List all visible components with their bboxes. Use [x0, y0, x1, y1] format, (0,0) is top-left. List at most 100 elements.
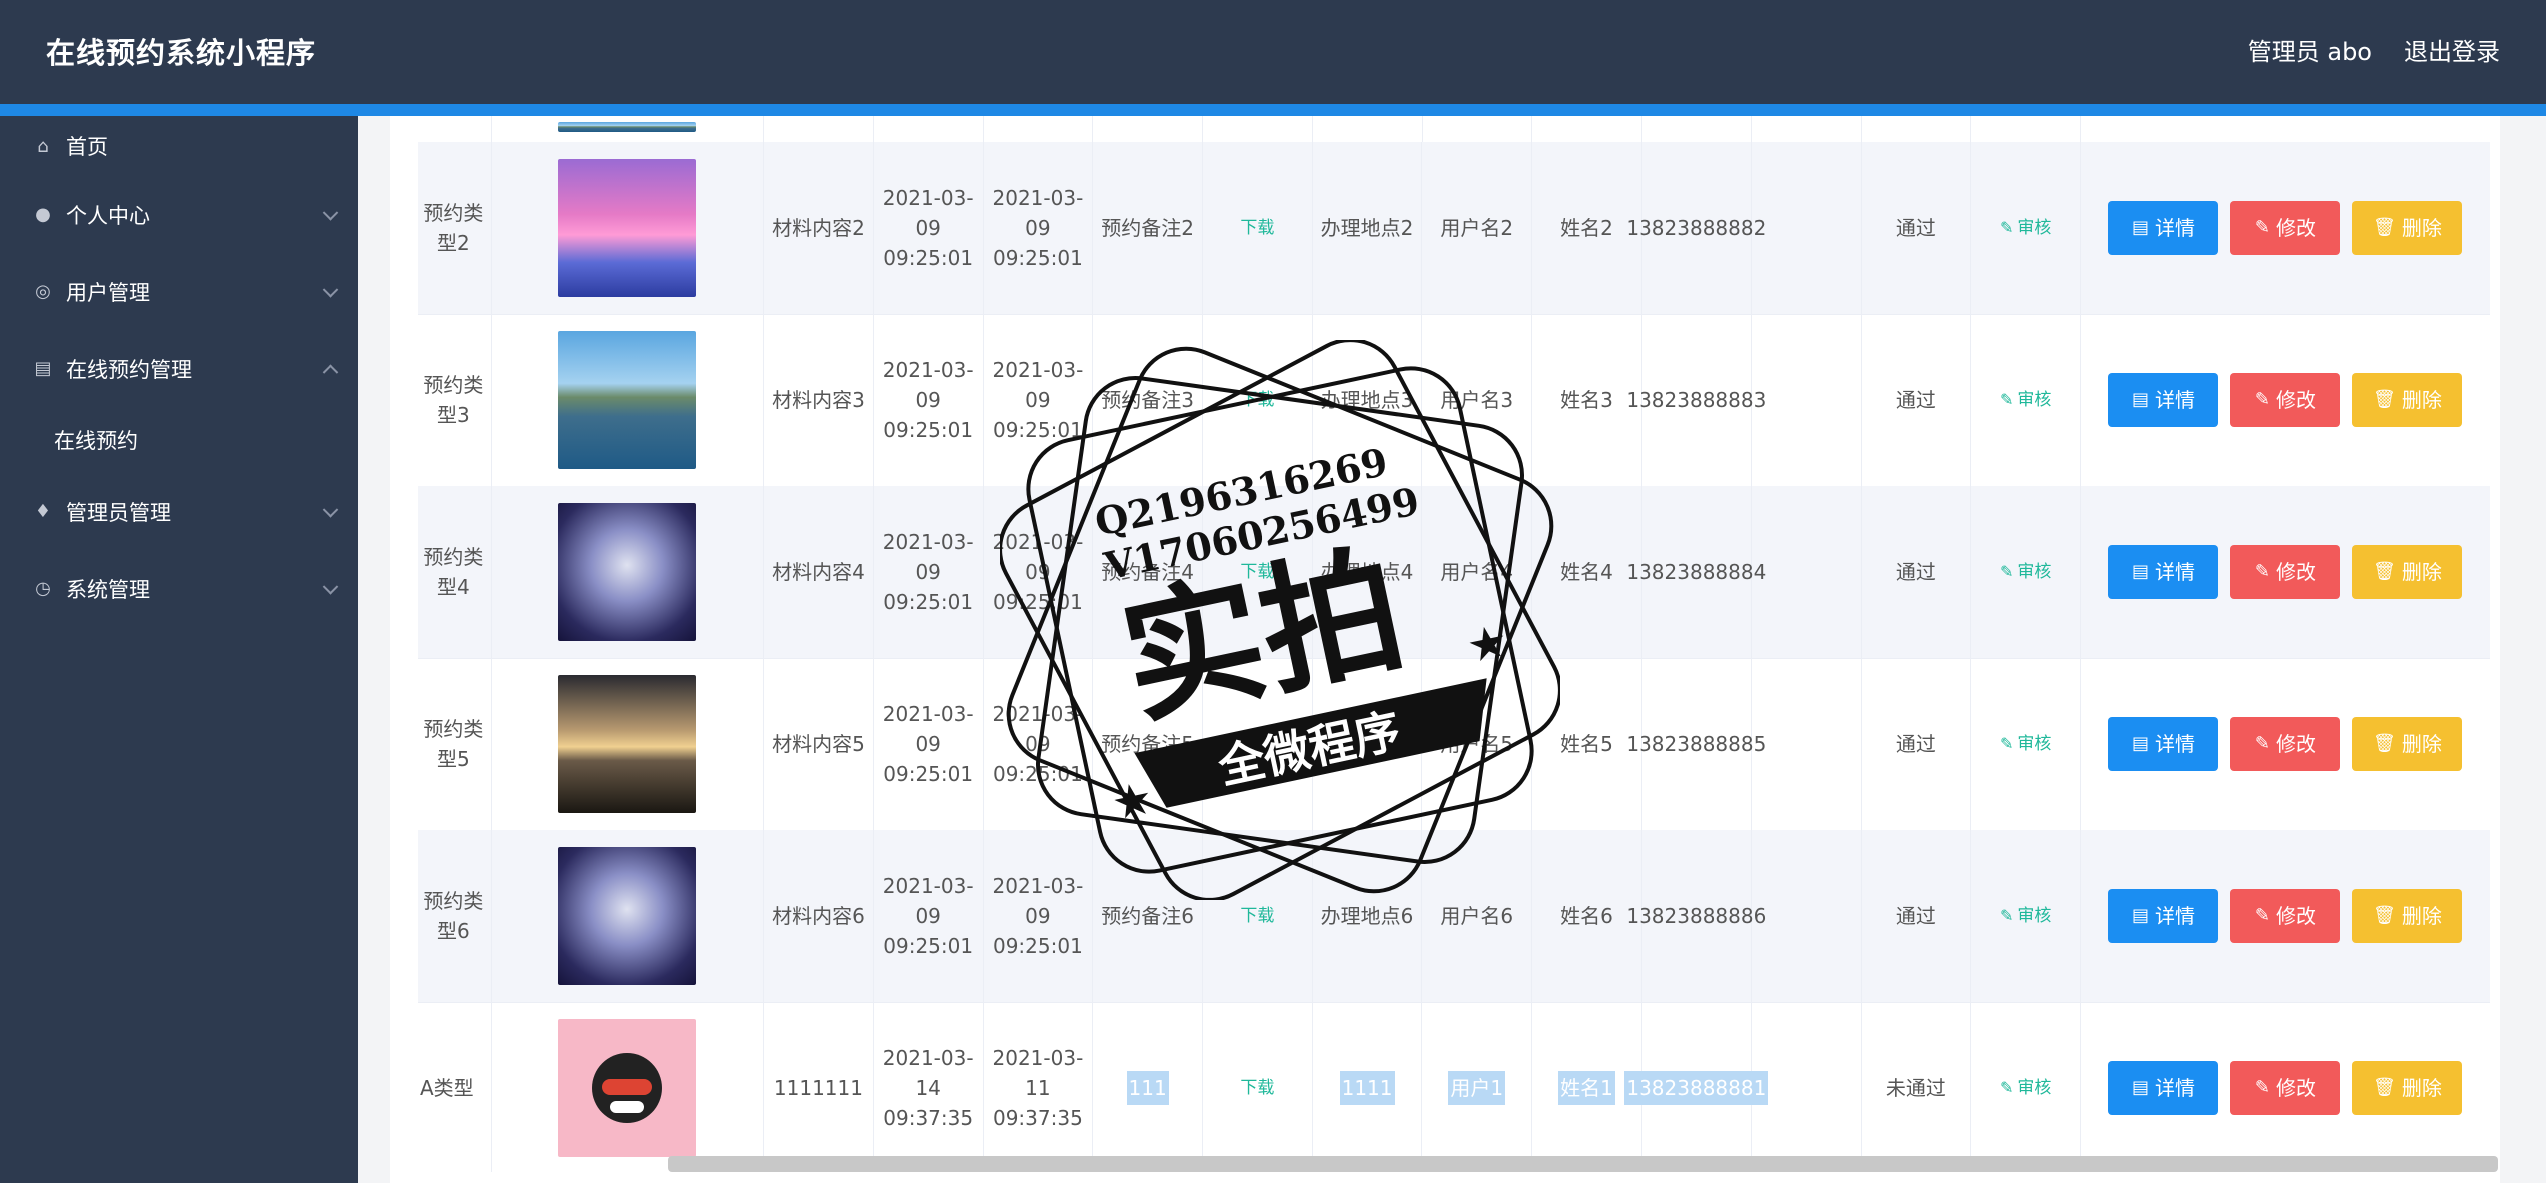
- sidebar-item-system-management[interactable]: ◷ 系统管理: [0, 550, 358, 627]
- audit-link[interactable]: ✎ 审核: [2000, 213, 2051, 243]
- sidebar-item-label: 个人中心: [66, 203, 150, 228]
- document-icon: ▤: [2131, 389, 2149, 410]
- image-cell: [492, 1002, 765, 1172]
- username-cell: 用户名6: [1422, 830, 1533, 1002]
- delete-button[interactable]: 🗑 删除: [2352, 889, 2463, 943]
- download-link[interactable]: 下载: [1240, 557, 1274, 587]
- type-cell: 预约类型6: [418, 830, 492, 1002]
- data-table: 预约类型2 材料内容2 2021-03-09 09:25:01 2021-03-…: [418, 116, 2490, 1172]
- username-cell: 用户名4: [1422, 486, 1533, 658]
- delete-button[interactable]: 🗑 删除: [2352, 201, 2463, 255]
- detail-button[interactable]: ▤ 详情: [2108, 889, 2219, 943]
- download-link[interactable]: 下载: [1240, 729, 1274, 759]
- username-cell: 用户名2: [1422, 142, 1533, 314]
- time1-cell: 2021-03-09 09:25:01: [874, 486, 984, 658]
- material-cell: 材料内容2: [764, 142, 874, 314]
- audit-cell: ✎ 审核: [1971, 1002, 2081, 1172]
- chevron-down-icon: [322, 204, 339, 221]
- sidebar-item-home[interactable]: ⌂ 首页: [0, 116, 358, 176]
- sidebar-item-profile[interactable]: ● 个人中心: [0, 176, 358, 253]
- edit-button[interactable]: ✎ 修改: [2230, 1061, 2341, 1115]
- trash-icon: 🗑: [2373, 905, 2396, 926]
- audit-link[interactable]: ✎ 审核: [2000, 729, 2051, 759]
- pen-icon: ✎: [2254, 905, 2270, 926]
- image-cell: [492, 314, 765, 486]
- sidebar-item-reservation-management[interactable]: ▤ 在线预约管理: [0, 330, 358, 407]
- chevron-down-icon: [322, 281, 339, 298]
- material-cell: 材料内容5: [764, 658, 874, 830]
- delete-button[interactable]: 🗑 删除: [2352, 373, 2463, 427]
- status-badge: 通过: [1895, 388, 1936, 412]
- time2-cell: 2021-03-09 09:25:01: [984, 314, 1094, 486]
- image-cell: [492, 142, 765, 314]
- delete-button[interactable]: 🗑 删除: [2352, 1061, 2463, 1115]
- table-row: 预约类型3 材料内容3 2021-03-09 09:25:01 2021-03-…: [418, 314, 2490, 487]
- trash-icon: 🗑: [2373, 217, 2396, 238]
- blank-cell: [1752, 314, 1862, 486]
- sidebar-item-users[interactable]: ◎ 用户管理: [0, 253, 358, 330]
- download-link[interactable]: 下载: [1240, 385, 1274, 415]
- chevron-down-icon: [322, 501, 339, 518]
- audit-cell: ✎ 审核: [1971, 658, 2081, 830]
- material-cell: 材料内容4: [764, 486, 874, 658]
- pen-icon: ✎: [1999, 734, 2014, 753]
- delete-button[interactable]: 🗑 删除: [2352, 545, 2463, 599]
- time1-cell: 2021-03-14 09:37:35: [874, 1002, 984, 1172]
- detail-button[interactable]: ▤ 详情: [2108, 373, 2219, 427]
- download-link[interactable]: 下载: [1240, 213, 1274, 243]
- detail-button[interactable]: ▤ 详情: [2108, 201, 2219, 255]
- edit-button[interactable]: ✎ 修改: [2230, 889, 2341, 943]
- detail-button[interactable]: ▤ 详情: [2108, 717, 2219, 771]
- sidebar-item-label: 在线预约: [54, 429, 138, 453]
- sidebar-subitem-reservation[interactable]: 在线预约: [0, 407, 358, 473]
- document-icon: ▤: [2131, 905, 2149, 926]
- pen-icon: ✎: [1999, 218, 2014, 237]
- status-cell: 通过: [1862, 142, 1972, 314]
- sidebar-item-admin-management[interactable]: ♦ 管理员管理: [0, 473, 358, 550]
- status-badge: 通过: [1895, 904, 1936, 928]
- image-cell: [492, 658, 765, 830]
- actions-cell: ▤ 详情 ✎ 修改 🗑 删除: [2081, 314, 2490, 486]
- type-cell: A类型: [418, 1002, 492, 1172]
- phone-cell: 13823888884: [1626, 486, 1766, 658]
- username-cell: 用户名5: [1422, 658, 1533, 830]
- status-cell: 通过: [1862, 658, 1972, 830]
- actions-cell: ▤ 详情 ✎ 修改 🗑 删除: [2081, 142, 2490, 314]
- table-row: 预约类型5 材料内容5 2021-03-09 09:25:01 2021-03-…: [418, 658, 2490, 831]
- trash-icon: 🗑: [2373, 733, 2396, 754]
- table-row: 预约类型4 材料内容4 2021-03-09 09:25:01 2021-03-…: [418, 486, 2490, 659]
- download-link[interactable]: 下载: [1240, 1073, 1274, 1103]
- admin-user-label[interactable]: 管理员 abo: [2248, 32, 2372, 67]
- logout-link[interactable]: 退出登录: [2404, 32, 2500, 67]
- edit-button[interactable]: ✎ 修改: [2230, 201, 2341, 255]
- horizontal-scrollbar[interactable]: [668, 1156, 2498, 1172]
- material-cell: 材料内容3: [764, 314, 874, 486]
- detail-button[interactable]: ▤ 详情: [2108, 545, 2219, 599]
- main-content: 预约类型2 材料内容2 2021-03-09 09:25:01 2021-03-…: [390, 116, 2500, 1183]
- audit-link[interactable]: ✎ 审核: [2000, 557, 2051, 587]
- delete-button[interactable]: 🗑 删除: [2352, 717, 2463, 771]
- phone-cell: 13823888886: [1626, 830, 1766, 1002]
- note-cell: 预约备注3: [1093, 314, 1203, 486]
- chevron-down-icon: [322, 578, 339, 595]
- download-cell: 下载: [1203, 314, 1313, 486]
- edit-button[interactable]: ✎ 修改: [2230, 545, 2341, 599]
- audit-link[interactable]: ✎ 审核: [2000, 385, 2051, 415]
- audit-link[interactable]: ✎ 审核: [2000, 1073, 2051, 1103]
- download-link[interactable]: 下载: [1240, 901, 1274, 931]
- material-cell: 1111111: [764, 1002, 874, 1172]
- trash-icon: 🗑: [2373, 1077, 2396, 1098]
- audit-cell: ✎ 审核: [1971, 486, 2081, 658]
- audit-link[interactable]: ✎ 审核: [2000, 901, 2051, 931]
- type-cell: 预约类型2: [418, 142, 492, 314]
- status-badge: 通过: [1895, 216, 1936, 240]
- time2-cell: 2021-03-09 09:25:01: [984, 486, 1094, 658]
- detail-button[interactable]: ▤ 详情: [2108, 1061, 2219, 1115]
- sidebar-item-label: 在线预约管理: [66, 357, 192, 382]
- edit-button[interactable]: ✎ 修改: [2230, 373, 2341, 427]
- header-actions: 管理员 abo 退出登录: [2248, 32, 2500, 67]
- phone-cell: 13823888883: [1626, 314, 1766, 486]
- audit-cell: ✎ 审核: [1971, 314, 2081, 486]
- edit-button[interactable]: ✎ 修改: [2230, 717, 2341, 771]
- trash-icon: 🗑: [2373, 389, 2396, 410]
